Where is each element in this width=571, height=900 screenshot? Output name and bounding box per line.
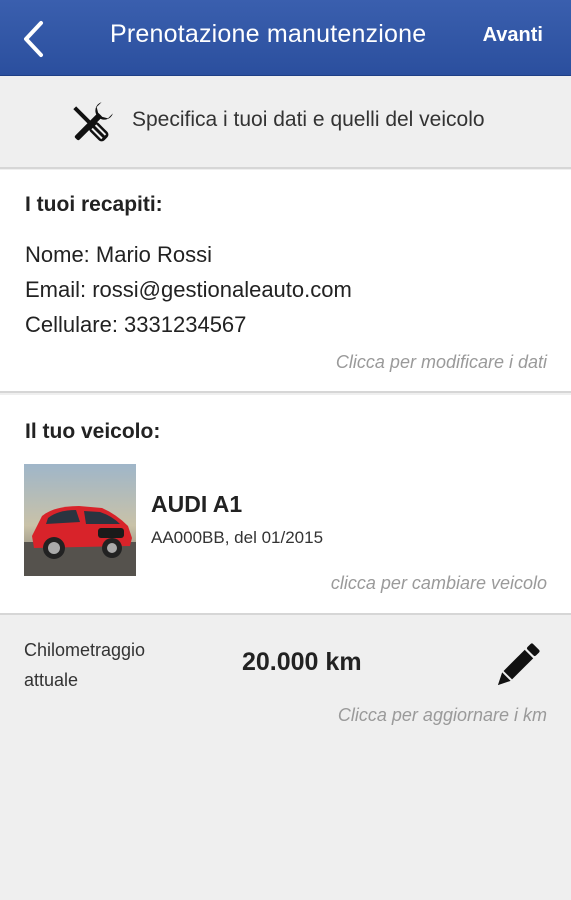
contact-name: Nome: Mario Rossi bbox=[25, 242, 213, 267]
chevron-left-icon bbox=[24, 21, 43, 57]
contacts-title: I tuoi recapiti: bbox=[25, 193, 163, 216]
instruction-text: Specifica i tuoi dati e quelli del veico… bbox=[132, 108, 485, 131]
pencil-icon[interactable] bbox=[492, 641, 542, 691]
instruction-bar: Specifica i tuoi dati e quelli del veico… bbox=[0, 76, 571, 169]
mileage-value: 20.000 km bbox=[242, 648, 362, 676]
tools-icon bbox=[73, 102, 113, 142]
vehicle-photo bbox=[24, 464, 136, 576]
app-bar: Prenotazione manutenzione Avanti bbox=[0, 0, 571, 76]
mileage-section[interactable]: Chilometraggio attuale 20.000 km Clicca … bbox=[0, 617, 571, 900]
back-button[interactable] bbox=[14, 19, 54, 59]
mileage-label: Chilometraggio attuale bbox=[24, 640, 146, 690]
update-km-hint: Clicca per aggiornare i km bbox=[337, 705, 547, 725]
page-title: Prenotazione manutenzione bbox=[110, 20, 427, 48]
vehicle-model: AUDI A1 bbox=[151, 491, 243, 517]
contact-phone: Cellulare: 3331234567 bbox=[25, 312, 247, 337]
vehicle-title: Il tuo veicolo: bbox=[25, 420, 161, 443]
change-vehicle-hint: clicca per cambiare veicolo bbox=[330, 573, 547, 593]
contact-email: Email: rossi@gestionaleauto.com bbox=[25, 277, 352, 302]
next-button[interactable]: Avanti bbox=[483, 24, 543, 47]
contacts-card[interactable]: I tuoi recapiti: Nome: Mario Rossi Email… bbox=[0, 170, 571, 393]
edit-contacts-hint: Clicca per modificare i dati bbox=[335, 352, 547, 372]
vehicle-plate-date: AA000BB, del 01/2015 bbox=[151, 528, 324, 547]
vehicle-card[interactable]: Il tuo veicolo: AUDI A1 AA000BB, del 01/… bbox=[0, 395, 571, 615]
